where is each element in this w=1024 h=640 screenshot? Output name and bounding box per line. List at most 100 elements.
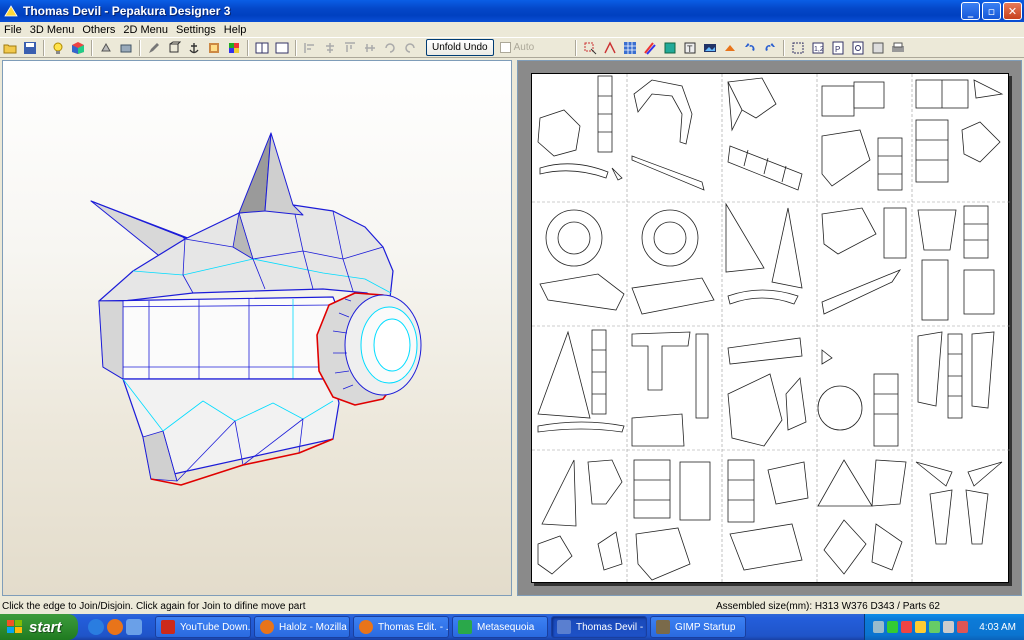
firefox-task-icon (260, 620, 274, 634)
helmet-3d-model[interactable] (90, 132, 422, 486)
unfolded-parts-canvas[interactable] (532, 74, 1010, 584)
task-label: YouTube Down... (180, 621, 251, 633)
show-desktop-icon[interactable] (126, 619, 142, 635)
unfolded-parts[interactable] (537, 75, 1004, 581)
tray-update-icon[interactable] (915, 621, 926, 633)
clock[interactable]: 4:03 AM (979, 622, 1016, 633)
task-label: Thomas Edit. - ... (378, 621, 449, 633)
cube-wire-icon[interactable] (165, 39, 183, 57)
pencil-icon[interactable] (145, 39, 163, 57)
light-bulb-icon[interactable] (49, 39, 67, 57)
dual-view-icon[interactable] (273, 39, 291, 57)
image-icon[interactable] (701, 39, 719, 57)
task-list: YouTube Down... Halolz - Mozilla ... Tho… (152, 616, 746, 638)
toolbar-separator (139, 39, 141, 56)
task-thomas-edit[interactable]: Thomas Edit. - ... (353, 616, 449, 638)
status-hint: Click the edge to Join/Disjoin. Click ag… (2, 600, 306, 612)
menu-others[interactable]: Others (78, 24, 119, 36)
print-icon[interactable] (889, 39, 907, 57)
auto-checkbox[interactable]: Auto (499, 42, 535, 53)
toolbar: Unfold Undo Auto T 1,2 P (0, 37, 1024, 58)
texture-icon[interactable] (661, 39, 679, 57)
save-icon[interactable] (21, 39, 39, 57)
auto-checkbox-box[interactable] (499, 42, 511, 53)
task-gimp-startup[interactable]: GIMP Startup (650, 616, 746, 638)
toolbar-separator (783, 39, 786, 56)
align-middle-icon (361, 39, 379, 57)
move-view-icon[interactable] (117, 39, 135, 57)
tray-network-icon[interactable] (887, 621, 898, 633)
task-label: GIMP Startup (675, 621, 736, 633)
start-label: start (29, 618, 62, 636)
align-left-icon (301, 39, 319, 57)
auto-checkbox-label: Auto (513, 42, 535, 53)
zoom-region-icon[interactable] (789, 39, 807, 57)
tray-misc-icon[interactable] (957, 621, 968, 633)
youtube-downloader-icon (161, 620, 175, 634)
metasequoia-icon (458, 620, 472, 634)
menu-file[interactable]: File (0, 24, 26, 36)
toolbar-separator (91, 39, 93, 56)
single-view-icon[interactable] (253, 39, 271, 57)
firefox-icon[interactable] (107, 619, 123, 635)
task-label: Metasequoia (477, 621, 535, 633)
paint-icon[interactable] (205, 39, 223, 57)
menu-help[interactable]: Help (220, 24, 251, 36)
3d-model-canvas[interactable] (3, 61, 512, 596)
menu-3d[interactable]: 3D Menu (26, 24, 79, 36)
pepakura-app-icon[interactable] (3, 3, 19, 19)
texture-cube-icon[interactable] (69, 39, 87, 57)
status-assembled-size: Assembled size(mm): H313 W376 D343 / Par… (716, 600, 940, 612)
window-title: Thomas Devil - Pepakura Designer 3 (23, 4, 231, 18)
task-label: Halolz - Mozilla ... (279, 621, 349, 633)
firefox-task-icon (359, 620, 373, 634)
undo-arrow-icon[interactable] (741, 39, 759, 57)
windows-flag-icon (7, 620, 22, 633)
start-button[interactable]: start (0, 614, 78, 640)
pepakura-task-icon (557, 620, 571, 634)
open-folder-icon[interactable] (1, 39, 19, 57)
task-metasequoia[interactable]: Metasequoia (452, 616, 548, 638)
system-tray: 4:03 AM (864, 614, 1024, 640)
tray-safely-remove-icon[interactable] (943, 621, 954, 633)
color-pencils-icon[interactable] (641, 39, 659, 57)
svg-text:T: T (687, 44, 693, 54)
flip-icon[interactable] (721, 39, 739, 57)
select-part-icon[interactable] (581, 39, 599, 57)
task-thomas-devil[interactable]: Thomas Devil - ... (551, 616, 647, 638)
ie-icon[interactable] (88, 619, 104, 635)
task-halolz-mozilla[interactable]: Halolz - Mozilla ... (254, 616, 350, 638)
align-top-icon (341, 39, 359, 57)
layout-grid-icon[interactable] (621, 39, 639, 57)
flag-icon[interactable] (225, 39, 243, 57)
rotate-left-icon (381, 39, 399, 57)
paper-sheet (531, 73, 1010, 584)
settings-page-icon[interactable] (869, 39, 887, 57)
tray-antivirus-icon[interactable] (901, 621, 912, 633)
tray-messenger-icon[interactable] (929, 621, 940, 633)
close-button[interactable]: ✕ (1003, 2, 1022, 20)
menu-2d[interactable]: 2D Menu (119, 24, 172, 36)
toolbar-separator (295, 39, 297, 56)
anchor-icon[interactable] (185, 39, 203, 57)
print-preview-icon[interactable] (849, 39, 867, 57)
rotate-view-icon[interactable] (97, 39, 115, 57)
text-icon[interactable]: T (681, 39, 699, 57)
taskbar: start YouTube Down... Halolz - Mozilla .… (0, 614, 1024, 640)
join-edge-icon[interactable] (601, 39, 619, 57)
page-numbers-icon[interactable]: 1,2 (809, 39, 827, 57)
redo-arrow-icon[interactable] (761, 39, 779, 57)
align-center-icon (321, 39, 339, 57)
task-label: Thomas Devil - ... (576, 621, 647, 633)
page-setup-icon[interactable]: P (829, 39, 847, 57)
minimize-button[interactable]: _ (961, 2, 980, 20)
maximize-button[interactable]: ▫ (982, 2, 1001, 20)
toolbar-separator (43, 39, 45, 56)
3d-view-pane[interactable] (2, 60, 512, 596)
menu-settings[interactable]: Settings (172, 24, 220, 36)
task-youtube-downloader[interactable]: YouTube Down... (155, 616, 251, 638)
tray-speaker-icon[interactable] (873, 621, 884, 633)
unfold-undo-button[interactable]: Unfold Undo (426, 39, 494, 56)
2d-view-pane[interactable] (517, 60, 1022, 596)
quick-launch (88, 619, 142, 635)
